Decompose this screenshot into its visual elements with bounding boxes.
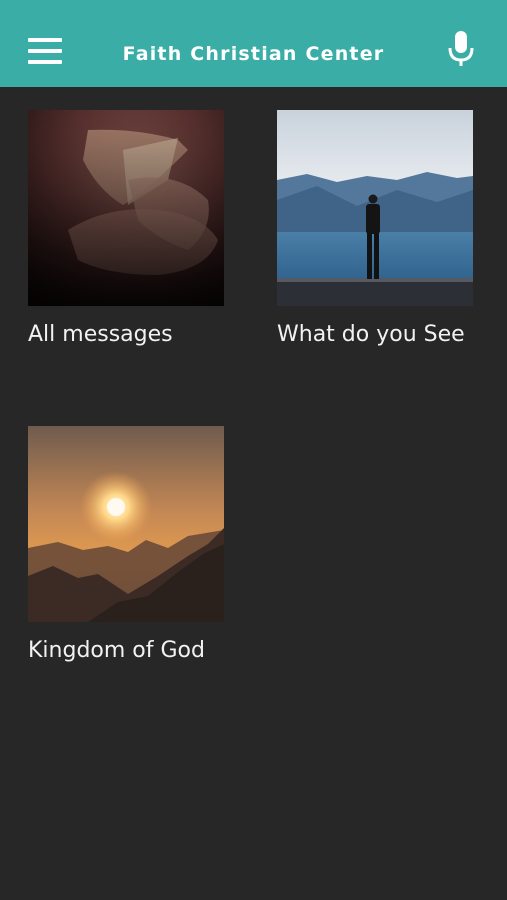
card-thumbnail-image <box>277 110 473 306</box>
card-all-messages[interactable]: All messages <box>28 110 248 347</box>
microphone-button[interactable] <box>440 28 482 72</box>
card-kingdom-of-god[interactable]: Kingdom of God <box>28 426 248 663</box>
card-label: Kingdom of God <box>28 638 205 663</box>
microphone-icon <box>448 31 474 66</box>
message-grid: All messages What do you See Kingdom of … <box>0 87 507 900</box>
app-header: Faith Christian Center <box>0 0 507 87</box>
card-what-do-you-see[interactable]: What do you See <box>277 110 497 347</box>
card-thumbnail-image <box>28 426 224 622</box>
hamburger-menu-icon <box>28 38 62 42</box>
card-label: All messages <box>28 322 173 347</box>
menu-button[interactable] <box>22 31 66 73</box>
card-label: What do you See <box>277 322 465 347</box>
card-thumbnail-image <box>28 110 224 306</box>
app-title: Faith Christian Center <box>122 43 385 65</box>
